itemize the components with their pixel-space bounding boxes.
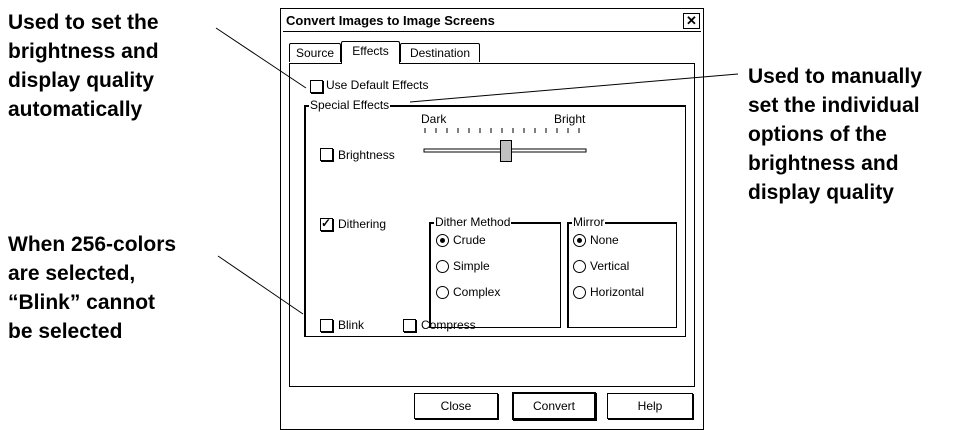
leader-line-default-effects [215, 27, 307, 89]
tab-effects[interactable]: Effects [341, 41, 400, 64]
leader-line-special-effects [409, 73, 739, 103]
callout-leader-lines [215, 27, 739, 315]
leader-line-blink [217, 255, 304, 315]
